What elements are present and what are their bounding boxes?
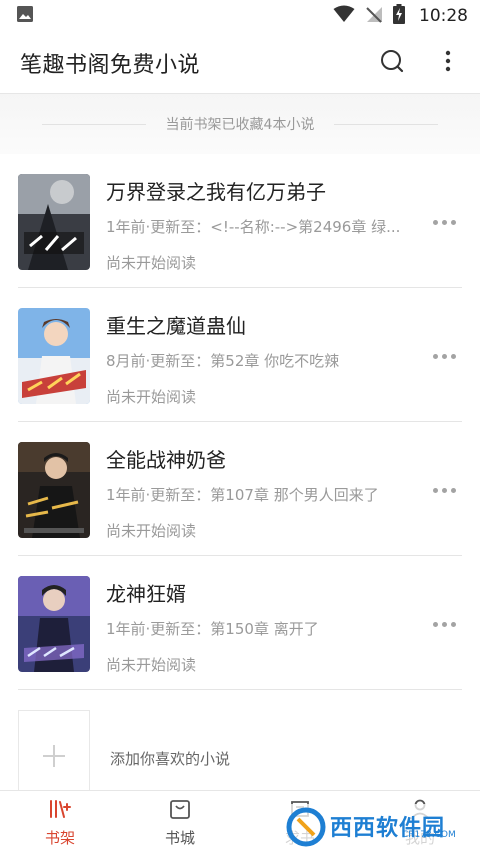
search-button[interactable] bbox=[376, 47, 408, 79]
overflow-menu-button[interactable] bbox=[432, 47, 464, 79]
shelf-summary: 当前书架已收藏4本小说 bbox=[0, 94, 480, 154]
search-icon bbox=[379, 48, 405, 78]
book-reading-progress: 尚未开始阅读 bbox=[106, 656, 197, 674]
more-vertical-icon bbox=[445, 50, 451, 76]
book-reading-progress: 尚未开始阅读 bbox=[106, 388, 197, 406]
tab-bookstore[interactable]: 书城 bbox=[120, 791, 240, 854]
book-title: 万界登录之我有亿万弟子 bbox=[106, 180, 326, 204]
book-list: 万界登录之我有亿万弟子 1年前·更新至：<!--名称:-->第2496章 绿..… bbox=[0, 154, 480, 806]
book-title: 龙神狂婿 bbox=[106, 582, 186, 606]
status-bar: 10:28 bbox=[0, 0, 480, 32]
book-reading-progress: 尚未开始阅读 bbox=[106, 254, 197, 272]
app-bar: 笔趣书阁免费小说 bbox=[0, 32, 480, 94]
book-more-button[interactable] bbox=[428, 346, 460, 366]
book-latest-chapter: 8月前·更新至：第52章 你吃不吃辣 bbox=[106, 352, 340, 370]
battery-charging-icon bbox=[393, 4, 405, 28]
book-item[interactable]: 重生之魔道蛊仙 8月前·更新至：第52章 你吃不吃辣 尚未开始阅读 bbox=[18, 288, 462, 422]
divider bbox=[41, 123, 146, 125]
clock: 10:28 bbox=[419, 6, 468, 26]
book-item[interactable]: 全能战神奶爸 1年前·更新至：第107章 那个男人回来了 尚未开始阅读 bbox=[18, 422, 462, 556]
book-more-button[interactable] bbox=[428, 212, 460, 232]
book-cover bbox=[18, 174, 90, 270]
bag-icon bbox=[168, 798, 192, 824]
bookshelf-icon bbox=[48, 798, 72, 824]
shelf-summary-text: 当前书架已收藏4本小说 bbox=[165, 117, 315, 133]
book-cover bbox=[18, 576, 90, 672]
book-cover bbox=[18, 442, 90, 538]
tab-label: 书架 bbox=[44, 828, 75, 847]
tab-label: 书城 bbox=[164, 828, 195, 847]
book-latest-chapter: 1年前·更新至：第150章 离开了 bbox=[106, 620, 319, 638]
plus-icon bbox=[41, 743, 67, 773]
book-more-button[interactable] bbox=[428, 480, 460, 500]
book-latest-chapter: 1年前·更新至：第107章 那个男人回来了 bbox=[106, 486, 379, 504]
image-notification-icon bbox=[16, 5, 34, 27]
book-title: 重生之魔道蛊仙 bbox=[106, 314, 246, 338]
tab-bookshelf[interactable]: 书架 bbox=[0, 791, 120, 854]
add-book-label: 添加你喜欢的小说 bbox=[110, 750, 231, 768]
divider bbox=[334, 123, 439, 125]
watermark: 西西软件园 CR173.COM bbox=[284, 804, 460, 850]
book-latest-chapter: 1年前·更新至：<!--名称:-->第2496章 绿... bbox=[106, 218, 401, 236]
book-more-button[interactable] bbox=[428, 614, 460, 634]
book-item[interactable]: 龙神狂婿 1年前·更新至：第150章 离开了 尚未开始阅读 bbox=[18, 556, 462, 690]
wifi-icon bbox=[333, 5, 355, 27]
add-book-item[interactable]: 添加你喜欢的小说 bbox=[18, 690, 462, 806]
book-item[interactable]: 万界登录之我有亿万弟子 1年前·更新至：<!--名称:-->第2496章 绿..… bbox=[18, 154, 462, 288]
watermark-subtext: CR173.COM bbox=[402, 830, 456, 840]
no-signal-icon bbox=[365, 5, 383, 27]
book-title: 全能战神奶爸 bbox=[106, 448, 226, 472]
app-title: 笔趣书阁免费小说 bbox=[20, 52, 201, 78]
book-reading-progress: 尚未开始阅读 bbox=[106, 522, 197, 540]
book-cover bbox=[18, 308, 90, 404]
